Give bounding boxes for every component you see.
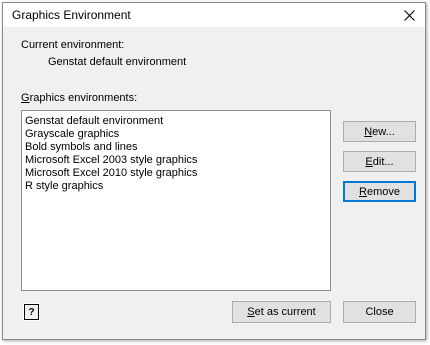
current-environment-label: Current environment: <box>21 39 125 51</box>
remove-button-label: Remove <box>359 185 400 198</box>
window-title: Graphics Environment <box>12 8 131 22</box>
list-item[interactable]: Microsoft Excel 2003 style graphics <box>25 154 197 167</box>
graphics-environments-label: Graphics environments: <box>21 92 138 104</box>
graphics-environment-dialog: Graphics Environment Current environment… <box>2 2 426 340</box>
edit-button-label: Edit... <box>365 155 394 168</box>
list-item[interactable]: Bold symbols and lines <box>25 141 138 154</box>
list-item[interactable]: Genstat default environment <box>25 115 163 128</box>
close-button[interactable]: Close <box>343 301 416 323</box>
current-environment-value: Genstat default environment <box>48 56 187 68</box>
title-bar: Graphics Environment <box>3 3 425 27</box>
graphics-environments-list[interactable]: Genstat default environment Grayscale gr… <box>21 110 331 291</box>
help-button[interactable]: ? <box>23 303 40 321</box>
set-as-current-button[interactable]: Set as current <box>232 301 331 323</box>
close-window-button[interactable] <box>394 3 424 27</box>
edit-button[interactable]: Edit... <box>343 151 416 172</box>
new-button[interactable]: New... <box>343 121 416 142</box>
remove-button[interactable]: Remove <box>343 181 416 202</box>
list-item[interactable]: Microsoft Excel 2010 style graphics <box>25 167 197 180</box>
close-button-label: Close <box>365 306 394 318</box>
list-item[interactable]: R style graphics <box>25 180 103 193</box>
close-icon <box>403 9 415 21</box>
new-button-label: New... <box>364 125 395 138</box>
list-item[interactable]: Grayscale graphics <box>25 128 119 141</box>
set-as-current-label: Set as current <box>247 306 316 318</box>
help-icon: ? <box>28 306 35 318</box>
